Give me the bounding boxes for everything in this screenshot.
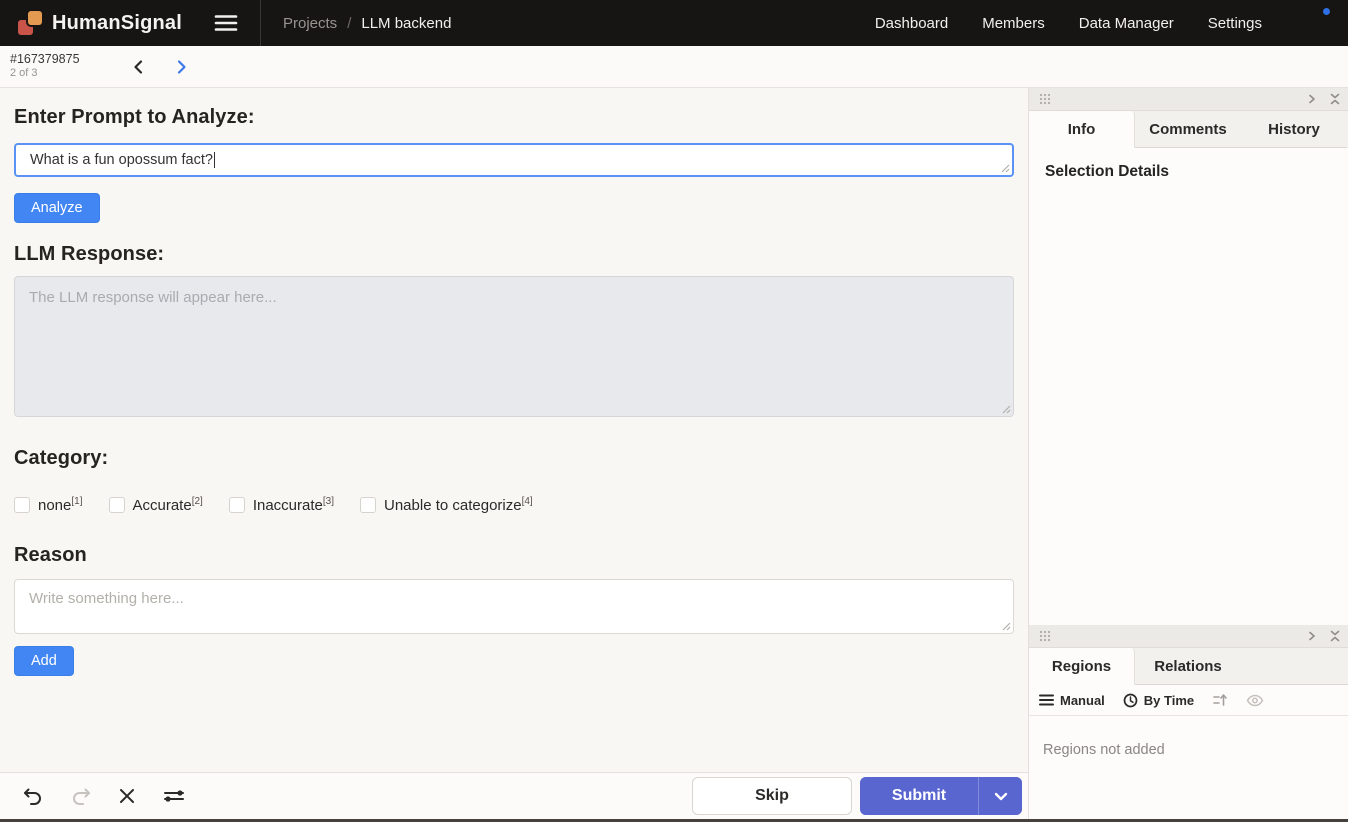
choice-accurate-label: Accurate [133,497,192,514]
info-panel-header [1029,88,1348,111]
choice-none-hotkey: [1] [71,496,82,507]
add-button[interactable]: Add [14,646,74,676]
regions-panel-body: Regions not added [1029,716,1348,819]
tab-regions[interactable]: Regions [1029,648,1135,685]
regions-toolbar: Manual By Time [1029,685,1348,716]
clock-icon [1123,693,1138,708]
breadcrumb: Projects / LLM backend [283,15,451,32]
llm-response-textarea: The LLM response will appear here... [14,276,1014,417]
right-sidebar: Info Comments History Selection Details … [1028,88,1348,819]
choice-none[interactable]: none[1] [14,496,83,514]
nav-item-settings[interactable]: Settings [1208,15,1262,32]
visibility-eye-icon[interactable] [1246,694,1264,707]
navbar-links: Dashboard Members Data Manager Settings [875,8,1348,38]
resize-grip-icon[interactable] [1001,621,1011,631]
choice-unable-hotkey: [4] [522,496,533,507]
tab-comments[interactable]: Comments [1135,111,1241,148]
regions-panel: Regions Relations Manual By Time Regions… [1029,625,1348,819]
brand[interactable]: HumanSignal [0,11,182,35]
top-navbar: HumanSignal Projects / LLM backend Dashb… [0,0,1348,46]
submit-button-group: Submit [860,777,1022,815]
bottom-action-bar: Skip Submit [0,772,1028,819]
brand-name: HumanSignal [52,12,182,35]
labeling-editor: Enter Prompt to Analyze: What is a fun o… [0,88,1028,819]
prompt-input-value: What is a fun opossum fact? [30,152,213,168]
detach-panel-chevron-right-icon[interactable] [1308,631,1316,641]
tab-relations[interactable]: Relations [1135,648,1241,685]
info-panel-tabs: Info Comments History [1029,111,1348,148]
choice-none-label: none [38,497,71,514]
next-task-button[interactable] [164,50,198,84]
redo-icon [70,786,92,806]
checkbox-accurate[interactable] [109,497,125,513]
hamburger-menu-icon[interactable] [206,0,246,46]
prompt-input[interactable]: What is a fun opossum fact? [14,143,1014,177]
breadcrumb-current-project: LLM backend [361,15,451,32]
reason-placeholder: Write something here... [29,590,184,607]
order-by-label: By Time [1144,693,1194,708]
selection-details-title: Selection Details [1029,148,1348,196]
undo-icon[interactable] [22,786,44,806]
notification-badge [1321,6,1332,17]
task-id: #167379875 [10,52,80,68]
info-panel-body: Selection Details [1029,148,1348,625]
drag-handle-icon[interactable] [1039,630,1051,642]
response-section-label: LLM Response: [14,243,1014,266]
regions-panel-tabs: Regions Relations [1029,648,1348,685]
category-section-label: Category: [14,447,1014,470]
sort-ascending-icon[interactable] [1212,693,1228,707]
task-meta: #167379875 2 of 3 [0,52,80,81]
reason-textarea[interactable]: Write something here... [14,579,1014,634]
navbar-divider [260,0,261,46]
collapse-panel-icon[interactable] [1330,630,1340,642]
choice-accurate-hotkey: [2] [192,496,203,507]
nav-item-dashboard[interactable]: Dashboard [875,15,948,32]
info-panel: Info Comments History Selection Details [1029,88,1348,625]
group-by-label: Manual [1060,693,1105,708]
order-by-time-control[interactable]: By Time [1123,693,1194,708]
breadcrumb-projects[interactable]: Projects [283,15,337,32]
reason-section-label: Reason [14,544,1014,567]
tab-history[interactable]: History [1241,111,1347,148]
choice-accurate[interactable]: Accurate[2] [109,496,203,514]
drag-handle-icon[interactable] [1039,93,1051,105]
nav-item-members[interactable]: Members [982,15,1045,32]
checkbox-unable-to-categorize[interactable] [360,497,376,513]
resize-grip-icon[interactable] [1000,163,1010,173]
reset-icon[interactable] [118,787,136,805]
menu-lines-icon [1039,694,1054,706]
collapse-panel-icon[interactable] [1330,93,1340,105]
resize-grip-icon[interactable] [1001,404,1011,414]
previous-task-button[interactable] [122,50,156,84]
analyze-button[interactable]: Analyze [14,193,100,223]
choice-unable-label: Unable to categorize [384,497,522,514]
checkbox-inaccurate[interactable] [229,497,245,513]
checkbox-none[interactable] [14,497,30,513]
user-avatar[interactable] [1300,8,1330,38]
text-caret [214,152,216,168]
category-choices: none[1] Accurate[2] Inaccurate[3] Unable… [14,496,1014,514]
settings-sliders-icon[interactable] [162,787,186,805]
llm-response-placeholder: The LLM response will appear here... [29,289,277,306]
task-navigation-bar: #167379875 2 of 3 [0,46,1348,88]
skip-button[interactable]: Skip [692,777,852,815]
prompt-section-label: Enter Prompt to Analyze: [14,106,1014,129]
detach-panel-chevron-right-icon[interactable] [1308,94,1316,104]
breadcrumb-separator: / [347,15,351,32]
choice-inaccurate[interactable]: Inaccurate[3] [229,496,334,514]
tab-info[interactable]: Info [1029,111,1135,148]
group-by-manual-control[interactable]: Manual [1039,693,1105,708]
submit-options-chevron-down-icon[interactable] [978,777,1022,815]
choice-inaccurate-label: Inaccurate [253,497,323,514]
task-position-counter: 2 of 3 [10,67,80,81]
choice-unable-to-categorize[interactable]: Unable to categorize[4] [360,496,533,514]
submit-button[interactable]: Submit [860,777,978,815]
regions-panel-header [1029,625,1348,648]
nav-item-data-manager[interactable]: Data Manager [1079,15,1174,32]
regions-empty-text: Regions not added [1029,716,1348,784]
choice-inaccurate-hotkey: [3] [323,496,334,507]
humansignal-logo-icon [18,11,42,35]
